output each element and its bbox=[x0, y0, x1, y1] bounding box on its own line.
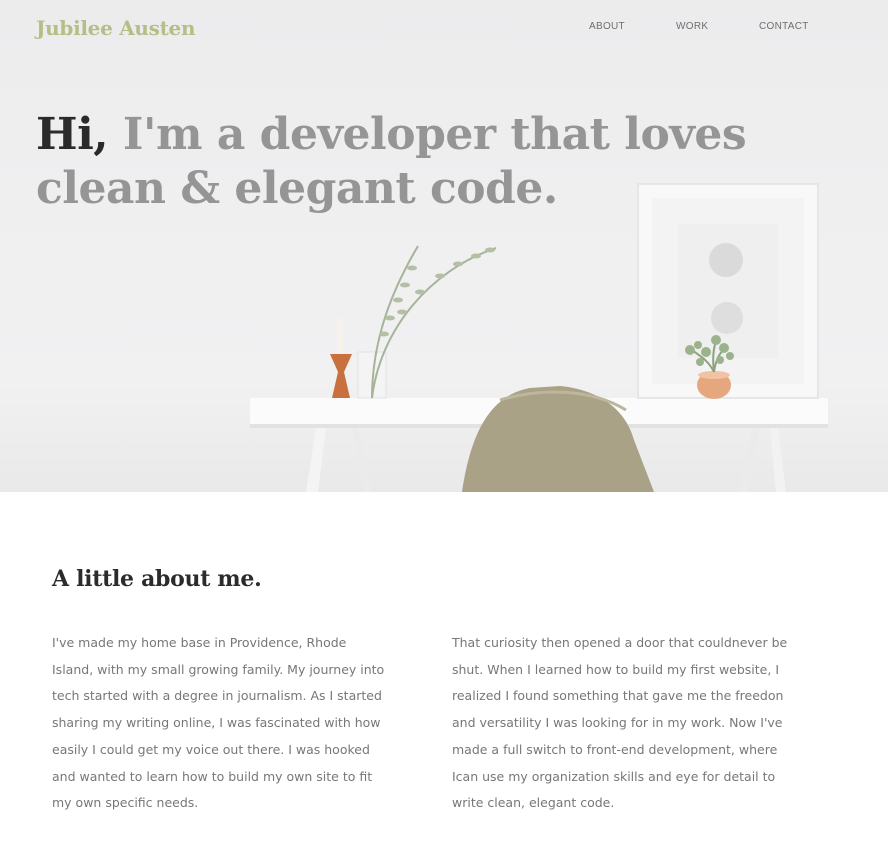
hero-headline: Hi, I'm a developer that loves clean & e… bbox=[36, 108, 796, 216]
hero-section: Jubilee Austen ABOUT WORK CONTACT Hi, I'… bbox=[0, 0, 888, 492]
nav-link-work[interactable]: WORK bbox=[676, 21, 708, 32]
about-title: A little about me. bbox=[52, 566, 262, 592]
nav-link-about[interactable]: ABOUT bbox=[589, 21, 625, 32]
about-paragraph-left: I've made my home base in Providence, Rh… bbox=[52, 635, 385, 811]
about-section: A little about me. I've made my home bas… bbox=[0, 492, 888, 844]
nav-link-contact[interactable]: CONTACT bbox=[759, 21, 809, 32]
hero-headline-text: I'm a developer that loves clean & elega… bbox=[36, 109, 747, 214]
about-paragraph-right: That curiosity then opened a door that c… bbox=[452, 635, 788, 811]
main-nav: ABOUT WORK CONTACT bbox=[0, 21, 888, 35]
hero-background-image bbox=[250, 183, 828, 492]
hero-greeting: Hi, bbox=[36, 109, 109, 160]
